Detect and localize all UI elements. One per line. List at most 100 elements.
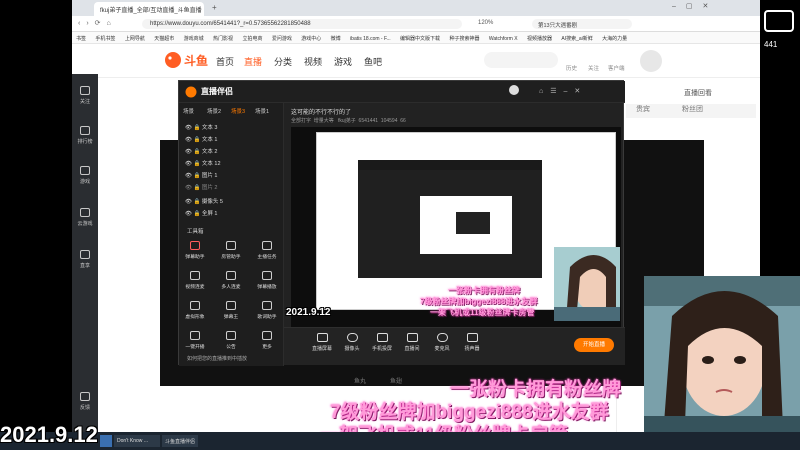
footer-note[interactable]: 如何把您的直播推到中插放 bbox=[187, 355, 247, 362]
tool-label: 虚拟形象 bbox=[185, 315, 205, 320]
meta-item: 全部打字 bbox=[291, 118, 312, 124]
btn-speaker[interactable]: 扬声器 bbox=[458, 333, 486, 352]
bookmark-item[interactable]: 大海的力量 bbox=[602, 35, 627, 42]
source-item[interactable]: 👁 🔒 文本 1 bbox=[185, 135, 217, 143]
scene-tab[interactable]: 场景 bbox=[183, 107, 194, 115]
bookmark-item[interactable]: 编辑器中文版下载 bbox=[400, 35, 440, 42]
rail-rank[interactable]: 排行榜 bbox=[72, 126, 98, 145]
bookmark-item[interactable]: 上网导航 bbox=[125, 35, 145, 42]
tool-label: 更多 bbox=[262, 345, 272, 350]
zoom-level[interactable]: 120% bbox=[478, 20, 493, 26]
start-live-button[interactable]: 开始直播 bbox=[574, 338, 614, 352]
btn-mic[interactable]: 麦克风 bbox=[428, 333, 456, 352]
bookmark-item[interactable]: 手机书签 bbox=[95, 35, 115, 42]
nav-games[interactable]: 游戏 bbox=[334, 55, 352, 68]
nav-yuba[interactable]: 鱼吧 bbox=[364, 55, 382, 68]
tab-douyu[interactable]: fkuj弟子直播_全部/互动直播_斗鱼直播 bbox=[94, 2, 204, 16]
bookmark-item[interactable]: ibatis 18.com - F... bbox=[350, 36, 391, 42]
nav-category[interactable]: 分类 bbox=[274, 55, 292, 68]
nav-live[interactable]: 直播 bbox=[244, 55, 262, 68]
tool-label: 歌词助手 bbox=[257, 315, 277, 320]
browser-search-input[interactable]: 第13只大遇番剧 bbox=[532, 19, 632, 29]
tool-label: 主播任务 bbox=[257, 255, 277, 260]
bookmark-item[interactable]: 种子搜索神器 bbox=[449, 35, 479, 42]
bookmark-item[interactable]: 书签 bbox=[76, 35, 86, 42]
client-link[interactable]: 客户端 bbox=[608, 64, 625, 72]
bookmark-item[interactable]: 热门影视 bbox=[213, 35, 233, 42]
user-avatar[interactable] bbox=[509, 85, 519, 95]
avatar[interactable] bbox=[640, 50, 662, 72]
btn-label: 直播间 bbox=[404, 346, 420, 352]
rail-games[interactable]: 游戏 bbox=[72, 166, 98, 185]
bookmark-item[interactable]: 微博 bbox=[331, 35, 341, 42]
douyu-logo[interactable]: 斗鱼 bbox=[164, 50, 210, 70]
btn-room[interactable]: 直播间 bbox=[398, 333, 426, 352]
bookmark-item[interactable]: 爱问游戏 bbox=[272, 35, 292, 42]
tool-notice[interactable]: 公告 bbox=[219, 331, 243, 357]
scene-tab[interactable]: 场景1 bbox=[255, 107, 269, 115]
source-item[interactable]: 👁 🔒 文本 2 bbox=[185, 147, 217, 155]
bookmark-item[interactable]: 游戏商城 bbox=[184, 35, 204, 42]
history-link[interactable]: 历史 bbox=[566, 64, 577, 72]
source-item[interactable]: 👁 🔒 摄像头 5 bbox=[185, 197, 223, 205]
rail-feedback[interactable]: 反馈 bbox=[72, 392, 98, 411]
tool-task[interactable]: 主播任务 bbox=[255, 241, 279, 267]
tool-video-link[interactable]: 视频连麦 bbox=[183, 271, 207, 297]
rail-follow[interactable]: 关注 bbox=[72, 86, 98, 105]
scene-tab[interactable]: 场景3 bbox=[231, 107, 245, 115]
mask-icon bbox=[190, 301, 200, 310]
tool-room-manager[interactable]: 房管助手 bbox=[219, 241, 243, 267]
bookmark-item[interactable]: 游戏中心 bbox=[301, 35, 321, 42]
fish-ball-label[interactable]: 鱼丸 bbox=[354, 376, 366, 385]
source-item[interactable]: 👁 🔒 全屏 1 bbox=[185, 209, 217, 217]
music-icon bbox=[262, 301, 272, 310]
more-icon bbox=[262, 331, 272, 340]
url-field[interactable]: https://www.douyu.com/6541441?_r=0.57365… bbox=[142, 19, 462, 29]
tool-lyrics[interactable]: 歌词助手 bbox=[255, 301, 279, 327]
bookmark-item[interactable]: 视频播放器 bbox=[527, 35, 552, 42]
bookmark-item[interactable]: AI搜索_ai新鲜 bbox=[561, 35, 592, 42]
source-item[interactable]: 👁 🔒 图片 2 bbox=[185, 183, 217, 191]
rail-share[interactable]: 直享 bbox=[72, 250, 98, 269]
new-tab-button[interactable]: + bbox=[212, 3, 220, 13]
tool-danmu[interactable]: 弹幕助手 bbox=[183, 241, 207, 267]
left-rail: 关注 排行榜 游戏 云游戏 直享 反馈 bbox=[72, 74, 98, 450]
rail-cloud-game[interactable]: 云游戏 bbox=[72, 208, 98, 227]
tool-avatar[interactable]: 虚拟形象 bbox=[183, 301, 207, 327]
btn-phone-cast[interactable]: 手机投屏 bbox=[368, 333, 396, 352]
tool-more[interactable]: 更多 bbox=[255, 331, 279, 357]
source-item[interactable]: 👁 🔒 文本 12 bbox=[185, 159, 221, 167]
tool-danmu-king[interactable]: 弹幕王 bbox=[219, 301, 243, 327]
bookmark-item[interactable]: Watchform X bbox=[489, 36, 518, 42]
tool-multi-link[interactable]: 多人连麦 bbox=[219, 271, 243, 297]
bookmark-item[interactable]: 天猫超市 bbox=[154, 35, 174, 42]
btn-screen[interactable]: 直播屏幕 bbox=[308, 333, 336, 352]
window-controls[interactable]: –▢✕ bbox=[672, 2, 752, 14]
tab-vip[interactable]: 贵宾 bbox=[636, 106, 650, 113]
nav-arrows-icon[interactable]: ‹›⟳⌂ bbox=[78, 19, 117, 27]
site-search-input[interactable] bbox=[484, 52, 558, 68]
tool-label: 房管助手 bbox=[221, 255, 241, 260]
room-title[interactable]: 这可能的不行不行的了 bbox=[291, 107, 351, 116]
cloud-icon bbox=[80, 208, 90, 217]
meta-item: 增量大等 bbox=[313, 118, 334, 124]
nav-home[interactable]: 首页 bbox=[216, 55, 234, 68]
source-item[interactable]: 👁 🔒 图片 1 bbox=[185, 171, 217, 179]
taskbar-item[interactable]: Don't Know ... bbox=[114, 435, 160, 447]
title-bar-icons[interactable]: ⌂☰–✕ bbox=[539, 87, 587, 95]
btn-camera[interactable]: 摄像头 bbox=[338, 333, 366, 352]
bookmark-item[interactable]: 立拍电商 bbox=[242, 35, 262, 42]
tab-fans[interactable]: 粉丝团 bbox=[682, 106, 703, 113]
tool-one-key[interactable]: 一键开播 bbox=[183, 331, 207, 357]
source-item[interactable]: 👁 🔒 文本 3 bbox=[185, 123, 217, 131]
nav-video[interactable]: 视频 bbox=[304, 55, 322, 68]
overlay-small-line-1: 一张粉卡拥有粉丝牌 bbox=[448, 286, 520, 295]
fish-fin-label[interactable]: 鱼翅 bbox=[390, 376, 402, 385]
scene-tab[interactable]: 场景2 bbox=[207, 107, 221, 115]
tool-danmu-play[interactable]: 弹幕播放 bbox=[255, 271, 279, 297]
replay-tab[interactable]: 直播回看 bbox=[684, 88, 754, 102]
follow-link[interactable]: 关注 bbox=[588, 64, 599, 72]
taskbar-item[interactable]: 斗鱼直播伴侣 bbox=[162, 435, 198, 447]
companion-title-bar: 直播伴侣 ⌂☰–✕ bbox=[179, 81, 625, 103]
taskbar-app-icon[interactable] bbox=[100, 435, 112, 447]
